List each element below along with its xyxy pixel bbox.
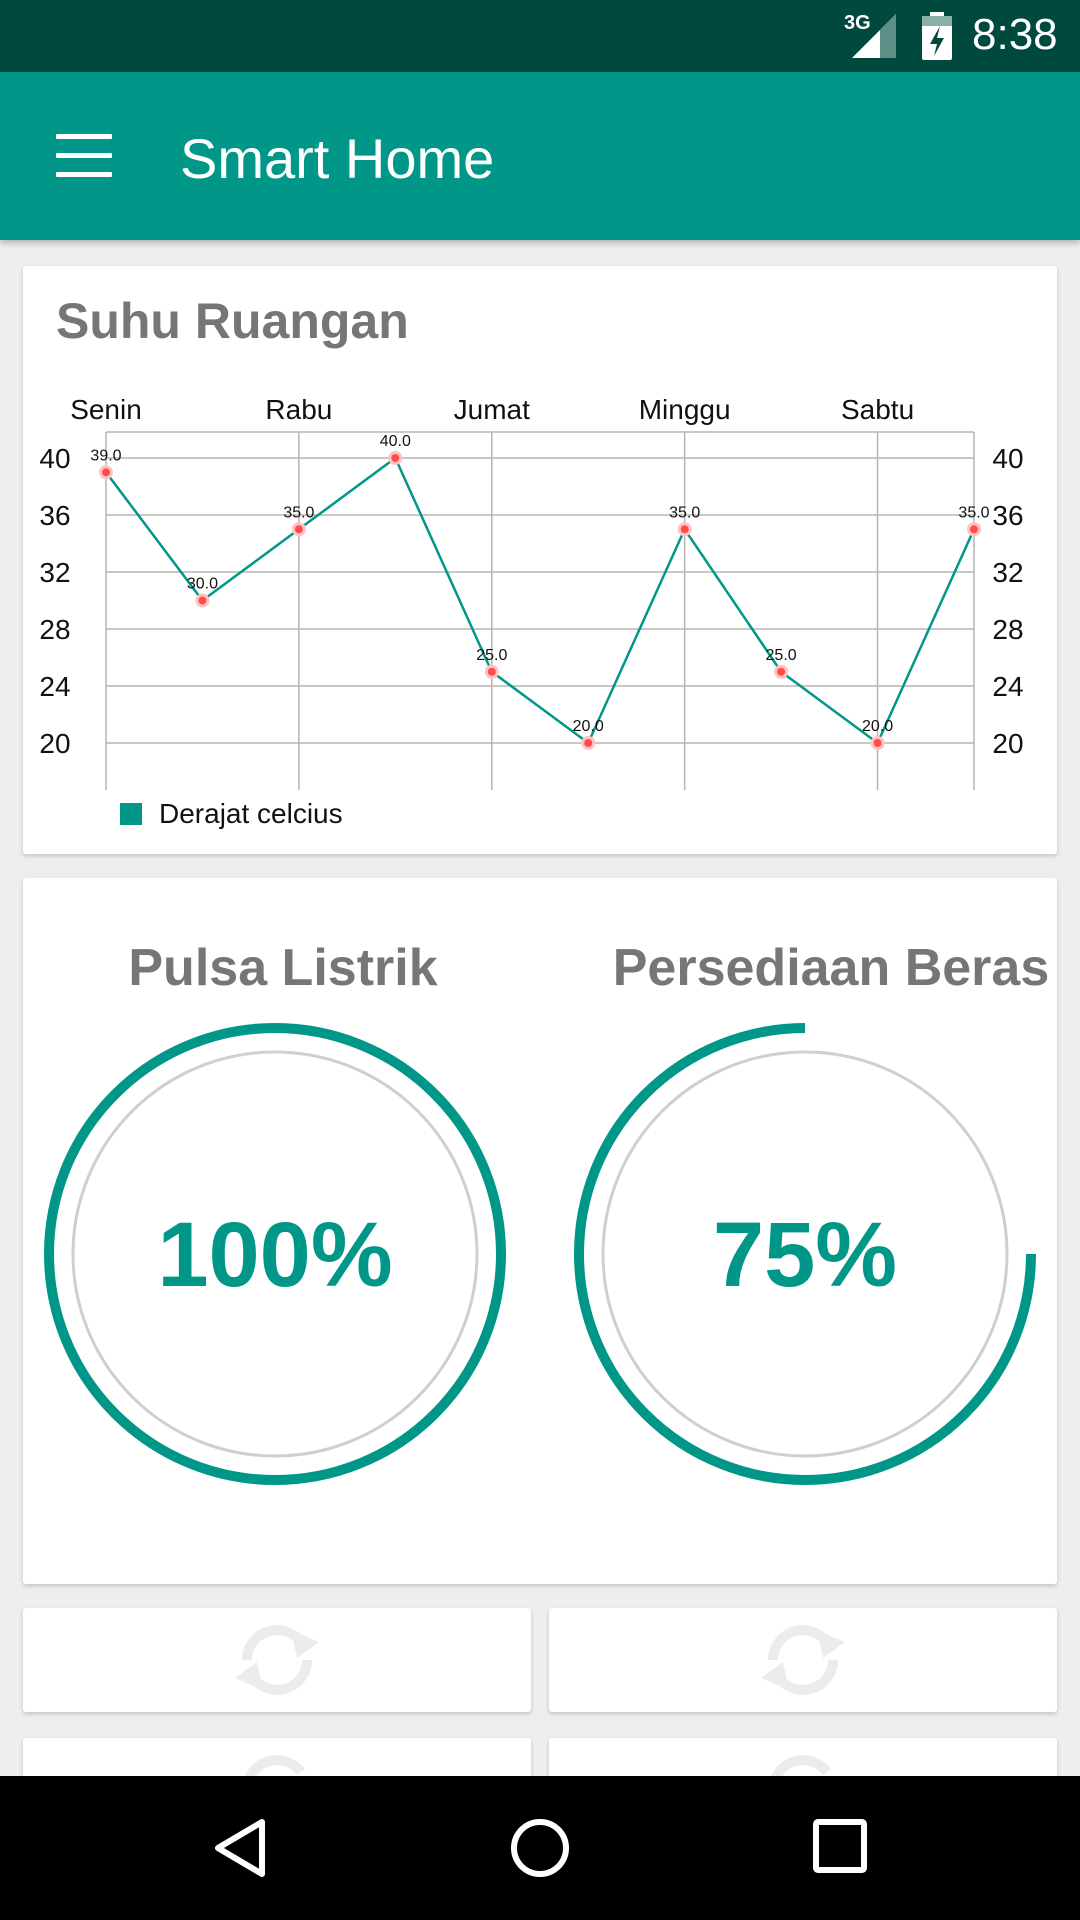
data-point [873,739,882,747]
data-value-label: 20.0 [573,718,604,735]
y-tick-label-right: 20 [992,728,1023,759]
data-point [487,667,496,676]
chart-grid [105,431,975,790]
refresh-icon[interactable] [753,1620,853,1700]
y-tick-label-right: 36 [992,500,1023,531]
x-tick-label: Sabtu [841,394,914,425]
data-value-label: 35.0 [958,504,989,521]
action-card-2[interactable] [549,1608,1057,1712]
data-point [391,454,400,462]
chart-legend: Derajat celcius [120,798,343,830]
data-value-label: 25.0 [766,647,797,664]
status-time: 8:38 [972,10,1058,59]
signal-icon [852,14,896,58]
battery-charging-icon [922,12,952,60]
x-tick-label: Senin [70,394,142,425]
data-value-label: 39.0 [90,447,121,464]
y-tick-label-left: 40 [39,443,70,474]
data-value-label: 35.0 [669,504,700,521]
data-value-label: 35.0 [283,504,314,521]
navigation-bar [0,1776,1080,1920]
y-tick-label-left: 28 [39,614,70,645]
home-icon[interactable] [508,1816,572,1880]
x-tick-label: Jumat [454,394,530,425]
data-point [680,525,689,534]
y-tick-label-right: 40 [992,443,1023,474]
data-point [198,596,207,605]
y-tick-label-left: 24 [39,671,70,702]
data-point [102,468,110,477]
x-tick-label: Minggu [639,394,731,425]
temperature-chart: Senin Rabu Jumat Minggu Sabtu 40 40 36 36 32 32 28 2… [39,394,1024,790]
data-value-label: 30.0 [187,576,218,593]
legend-label: Derajat celcius [159,798,343,829]
data-value-label: 25.0 [476,647,507,664]
legend-swatch [120,803,142,825]
gauges-drawing: 100% 75% [44,1023,1036,1485]
data-point [294,525,303,534]
hamburger-menu-icon[interactable] [56,134,112,178]
x-tick-label: Rabu [265,394,332,425]
y-tick-label-left: 36 [39,500,70,531]
data-value-label: 40.0 [380,433,411,450]
back-icon[interactable] [212,1816,268,1880]
y-tick-label-left: 20 [39,728,70,759]
app-title: Smart Home [180,127,495,190]
y-tick-label-right: 24 [992,671,1023,702]
data-point [777,667,786,676]
data-point [970,525,978,534]
y-tick-label-right: 32 [992,557,1023,588]
recents-icon[interactable] [812,1818,868,1874]
data-point [584,739,593,747]
data-value-label: 20.0 [862,718,893,735]
series-line [105,456,976,745]
status-bar: 3G 8:38 [0,0,1080,72]
gauges-card: Pulsa Listrik Persediaan Beras 100% 75% [23,878,1057,1584]
temperature-card: Suhu Ruangan Senin Rabu Jumat Minggu Sabtu 40… [23,266,1057,854]
gauge-value-label: 100% [157,1204,392,1306]
refresh-icon[interactable] [227,1620,327,1700]
gauge-value-label: 75% [713,1204,897,1306]
app-bar [0,72,1080,240]
y-tick-label-right: 28 [992,614,1023,645]
action-card-1[interactable] [23,1608,531,1712]
y-tick-label-left: 32 [39,557,70,588]
